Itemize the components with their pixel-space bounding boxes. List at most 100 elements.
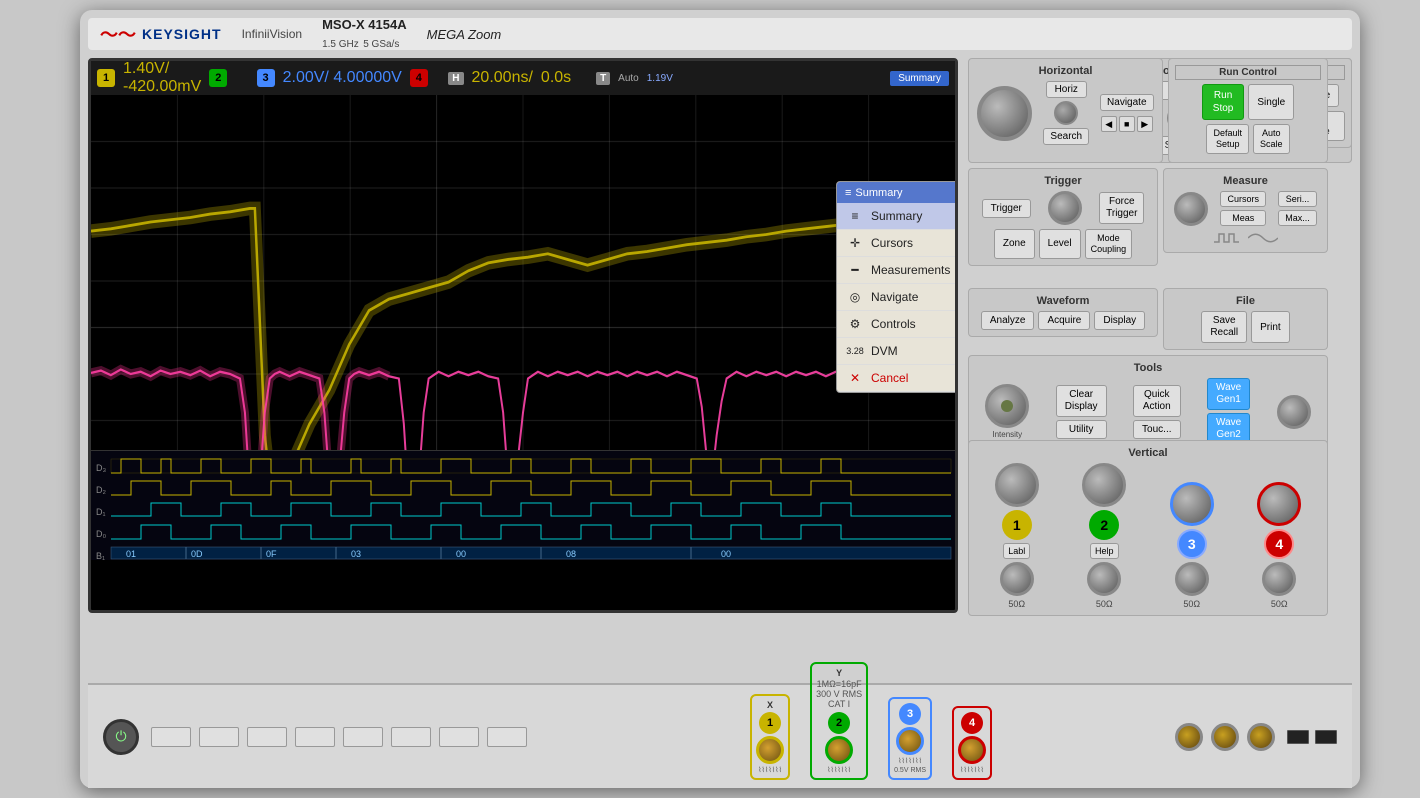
- ch2-vert-button[interactable]: 2: [1089, 510, 1119, 540]
- run-stop-btn[interactable]: Run Stop: [1202, 84, 1245, 120]
- clear-display-btn[interactable]: Clear Display: [1056, 385, 1107, 417]
- ch1-input-label: 1: [759, 712, 781, 734]
- svg-text:00: 00: [721, 549, 731, 559]
- ch2-input-label: 2: [828, 712, 850, 734]
- soft-key-4[interactable]: [295, 727, 335, 747]
- menu-item-cursors[interactable]: ✛ Cursors: [837, 230, 958, 257]
- ch4-vert-button[interactable]: 4: [1264, 529, 1294, 559]
- menu-item-cancel[interactable]: ✕ Cancel: [837, 365, 958, 392]
- auto-scale-btn[interactable]: Auto Scale: [1253, 124, 1290, 154]
- measure-section: Measure Cursors Meas Seri... Max...: [1163, 168, 1328, 253]
- ch2-vert-fine-knob[interactable]: [1087, 562, 1121, 596]
- nav-right-btn[interactable]: ▶: [1137, 116, 1153, 132]
- horiz-small-knob[interactable]: [1054, 101, 1078, 125]
- svg-text:D₁: D₁: [96, 507, 106, 517]
- screen-container: 1 1.40V/ -420.00mV 2 3 2.00V/ 4.00000V 4…: [88, 58, 958, 613]
- ch1-impedance: 50Ω: [1008, 599, 1025, 609]
- ch4-connector-info: ⌇⌇⌇⌇⌇⌇⌇: [960, 766, 984, 774]
- usb-port-2[interactable]: [1315, 730, 1337, 744]
- ch3-input-label: 3: [899, 703, 921, 725]
- bnc-1[interactable]: [1175, 723, 1203, 751]
- brand-name: KEYSIGHT: [142, 26, 222, 42]
- labels-btn[interactable]: Labl: [1003, 543, 1030, 559]
- single-btn[interactable]: Single: [1248, 84, 1294, 120]
- measure-knob[interactable]: [1174, 192, 1208, 226]
- horiz-btn[interactable]: Horiz: [1046, 81, 1087, 98]
- bnc-2[interactable]: [1211, 723, 1239, 751]
- soft-key-7[interactable]: [439, 727, 479, 747]
- ch1-vert-knob[interactable]: [995, 463, 1039, 507]
- soft-key-8[interactable]: [487, 727, 527, 747]
- ch1-vert-button[interactable]: 1: [1002, 510, 1032, 540]
- tools-title: Tools: [975, 362, 1321, 374]
- meas-btn[interactable]: Meas: [1220, 210, 1266, 226]
- max-btn[interactable]: Max...: [1278, 210, 1317, 226]
- soft-key-6[interactable]: [391, 727, 431, 747]
- analyze-btn[interactable]: Analyze: [981, 311, 1035, 330]
- ch2-badge[interactable]: 2: [209, 69, 227, 87]
- ch4-vert-knob[interactable]: [1257, 482, 1301, 526]
- summary-button[interactable]: Summary: [890, 71, 949, 86]
- soft-key-2[interactable]: [199, 727, 239, 747]
- cursors-btn[interactable]: Cursors: [1220, 191, 1266, 207]
- menu-item-dvm[interactable]: 3.28 DVM: [837, 338, 958, 365]
- summary-icon: ≡: [847, 208, 863, 224]
- bottom-panel: ⏻ X 1: [88, 683, 1352, 788]
- print-btn[interactable]: Print: [1251, 311, 1290, 343]
- intensity-knob-center[interactable]: [1001, 400, 1013, 412]
- model-name: MSO-X 4154A: [322, 17, 407, 32]
- ch1-badge[interactable]: 1: [97, 69, 115, 87]
- ch4-vert-fine-knob[interactable]: [1262, 562, 1296, 596]
- ch3-bnc-connector[interactable]: [896, 727, 924, 755]
- nav-left-btn[interactable]: ◀: [1101, 116, 1117, 132]
- horiz-timebase-knob[interactable]: [977, 86, 1032, 141]
- touch-btn[interactable]: Touc...: [1133, 420, 1180, 439]
- ch2-bnc-connector[interactable]: [825, 736, 853, 764]
- usb-port-1[interactable]: [1287, 730, 1309, 744]
- trigger-btn[interactable]: Trigger: [982, 199, 1031, 218]
- acquire-btn[interactable]: Acquire: [1038, 311, 1090, 330]
- ch4-bnc-connector[interactable]: [958, 736, 986, 764]
- mode-coupling-btn[interactable]: Mode Coupling: [1085, 229, 1133, 259]
- ch3-vert-fine-knob[interactable]: [1175, 562, 1209, 596]
- tools-right-knob[interactable]: [1277, 395, 1311, 429]
- ch1-vert-fine-knob[interactable]: [1000, 562, 1034, 596]
- help-btn[interactable]: Help: [1090, 543, 1119, 559]
- ch3-vert-knob[interactable]: [1170, 482, 1214, 526]
- ch4-impedance: 50Ω: [1271, 599, 1288, 609]
- ch2-vert-knob[interactable]: [1082, 463, 1126, 507]
- run-ctrl-title: Run Control: [1175, 65, 1321, 80]
- search-btn[interactable]: Search: [1043, 128, 1089, 145]
- menu-item-summary[interactable]: ≡ Summary: [837, 203, 958, 230]
- ref-rms-label: 0.5V RMS: [894, 767, 926, 774]
- trigger-level-knob[interactable]: [1048, 191, 1082, 225]
- controls-label: Controls: [871, 317, 916, 331]
- soft-key-3[interactable]: [247, 727, 287, 747]
- zone-btn[interactable]: Zone: [994, 229, 1035, 259]
- tools-main-knob[interactable]: [985, 384, 1029, 428]
- soft-key-5[interactable]: [343, 727, 383, 747]
- wave-gen1-btn[interactable]: Wave Gen1: [1207, 378, 1250, 410]
- level-btn[interactable]: Level: [1039, 229, 1081, 259]
- nav-stop-btn[interactable]: ■: [1119, 116, 1135, 132]
- force-trigger-btn[interactable]: Force Trigger: [1099, 192, 1144, 224]
- quick-action-btn[interactable]: Quick Action: [1133, 385, 1180, 417]
- display-btn[interactable]: Display: [1094, 311, 1145, 330]
- ch3-badge[interactable]: 3: [257, 69, 275, 87]
- measurements-icon: ━: [847, 262, 863, 278]
- serial-btn[interactable]: Seri...: [1278, 191, 1317, 207]
- soft-key-1[interactable]: [151, 727, 191, 747]
- ch4-badge[interactable]: 4: [410, 69, 428, 87]
- power-button[interactable]: ⏻: [103, 719, 139, 755]
- utility-btn[interactable]: Utility: [1056, 420, 1107, 439]
- default-setup-btn[interactable]: Default Setup: [1206, 124, 1249, 154]
- menu-item-controls[interactable]: ⚙ Controls: [837, 311, 958, 338]
- navigate-btn[interactable]: Navigate: [1100, 94, 1153, 111]
- menu-item-measurements[interactable]: ━ Measurements: [837, 257, 958, 284]
- ch1-connector-info: ⌇⌇⌇⌇⌇⌇⌇: [758, 766, 782, 774]
- bnc-3[interactable]: [1247, 723, 1275, 751]
- ch1-bnc-connector[interactable]: [756, 736, 784, 764]
- ch3-vert-button[interactable]: 3: [1177, 529, 1207, 559]
- save-recall-btn[interactable]: Save Recall: [1201, 311, 1247, 343]
- menu-item-navigate[interactable]: ◎ Navigate: [837, 284, 958, 311]
